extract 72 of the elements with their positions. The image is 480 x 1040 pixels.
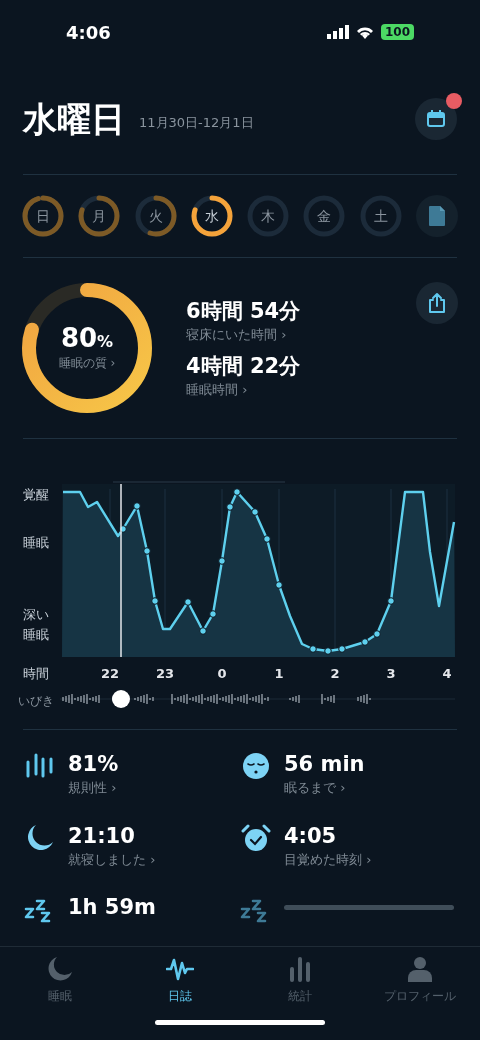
y-axis-label: 睡眠 (23, 535, 49, 550)
data-point (184, 598, 192, 606)
day-ring-button[interactable]: 火 (134, 195, 177, 237)
stat-value: 81% (68, 751, 119, 778)
data-point (263, 535, 271, 543)
tab[interactable]: 睡眠 (5, 955, 115, 1020)
y-axis-label: 深い (23, 607, 49, 622)
stat-value: 4:05 (284, 822, 338, 850)
duration-label[interactable]: 睡眠時間 › (186, 380, 301, 400)
tab[interactable]: 日誌 (125, 955, 235, 1020)
stat-label[interactable]: 規則性 › (68, 778, 119, 798)
day-ring-button[interactable]: 木 (247, 195, 290, 237)
moon-icon (46, 955, 74, 983)
hour-label: 1 (274, 666, 284, 681)
sleep-quality-ring[interactable]: 80% 睡眠の質 › (22, 283, 152, 413)
data-point (133, 502, 141, 510)
data-point (143, 547, 151, 555)
data-point (251, 508, 259, 516)
person-icon (406, 955, 434, 983)
data-point (233, 488, 241, 496)
hour-label: 23 (155, 666, 175, 681)
signal-icon (326, 25, 349, 39)
duration-value: 4時間 22分 (186, 353, 301, 380)
data-point (361, 638, 369, 646)
share-button[interactable] (416, 282, 458, 324)
quality-label[interactable]: 睡眠の質 › (58, 353, 116, 372)
calendar-button[interactable] (415, 98, 457, 140)
stat-label[interactable]: 目覚めた時刻 › (284, 849, 372, 869)
data-point (275, 581, 283, 589)
snore-playhead[interactable] (112, 690, 130, 708)
day-ring-button[interactable]: 土 (359, 195, 402, 237)
stat-value: 21:10 (68, 822, 136, 850)
battery-indicator: 100 (380, 24, 414, 40)
data-point (387, 597, 395, 605)
status-time: 4:06 (66, 20, 111, 45)
snore-label: いびき (18, 694, 54, 708)
hour-label: 4 (442, 666, 452, 681)
tab[interactable]: 統計 (245, 955, 355, 1020)
x-axis-title: 時間 (23, 666, 49, 681)
data-point (209, 610, 217, 618)
day-ring-button[interactable]: 月 (78, 195, 121, 237)
quality-score: 80% (60, 324, 114, 351)
day-ring-button[interactable]: 水 (190, 195, 233, 237)
data-point (151, 597, 159, 605)
y-axis-label: 覚醒 (23, 487, 49, 502)
duration-label[interactable]: 寝床にいた時間 › (186, 324, 301, 344)
document-icon (427, 205, 446, 227)
data-point (226, 503, 234, 511)
sleepy-face-icon (240, 750, 272, 782)
hour-label: 22 (100, 666, 120, 681)
data-point (199, 627, 207, 635)
data-point (309, 645, 317, 653)
stat-label[interactable]: 眠るまで › (284, 778, 365, 798)
weekday-title: 水曜日 (23, 102, 125, 136)
stat-value: 1h 59m (68, 894, 156, 921)
data-point (373, 630, 381, 638)
calendar-icon (426, 109, 446, 129)
date-range: 11月30日-12月1日 (139, 114, 254, 133)
day-ring-button[interactable]: 金 (303, 195, 346, 237)
y-axis-label: 睡眠 (23, 627, 49, 642)
report-button[interactable] (415, 195, 458, 237)
data-point (119, 525, 127, 533)
duration-value: 6時間 54分 (186, 297, 301, 325)
share-icon (427, 292, 447, 314)
hour-label: 2 (330, 666, 340, 681)
data-point (338, 645, 346, 653)
hour-label: 0 (217, 666, 227, 681)
stat-label[interactable]: 就寝しました › (68, 849, 156, 869)
stat-value: 56 min (284, 751, 365, 778)
data-point (218, 557, 226, 565)
hour-label: 3 (386, 666, 396, 681)
day-ring-button[interactable]: 日 (22, 195, 64, 237)
